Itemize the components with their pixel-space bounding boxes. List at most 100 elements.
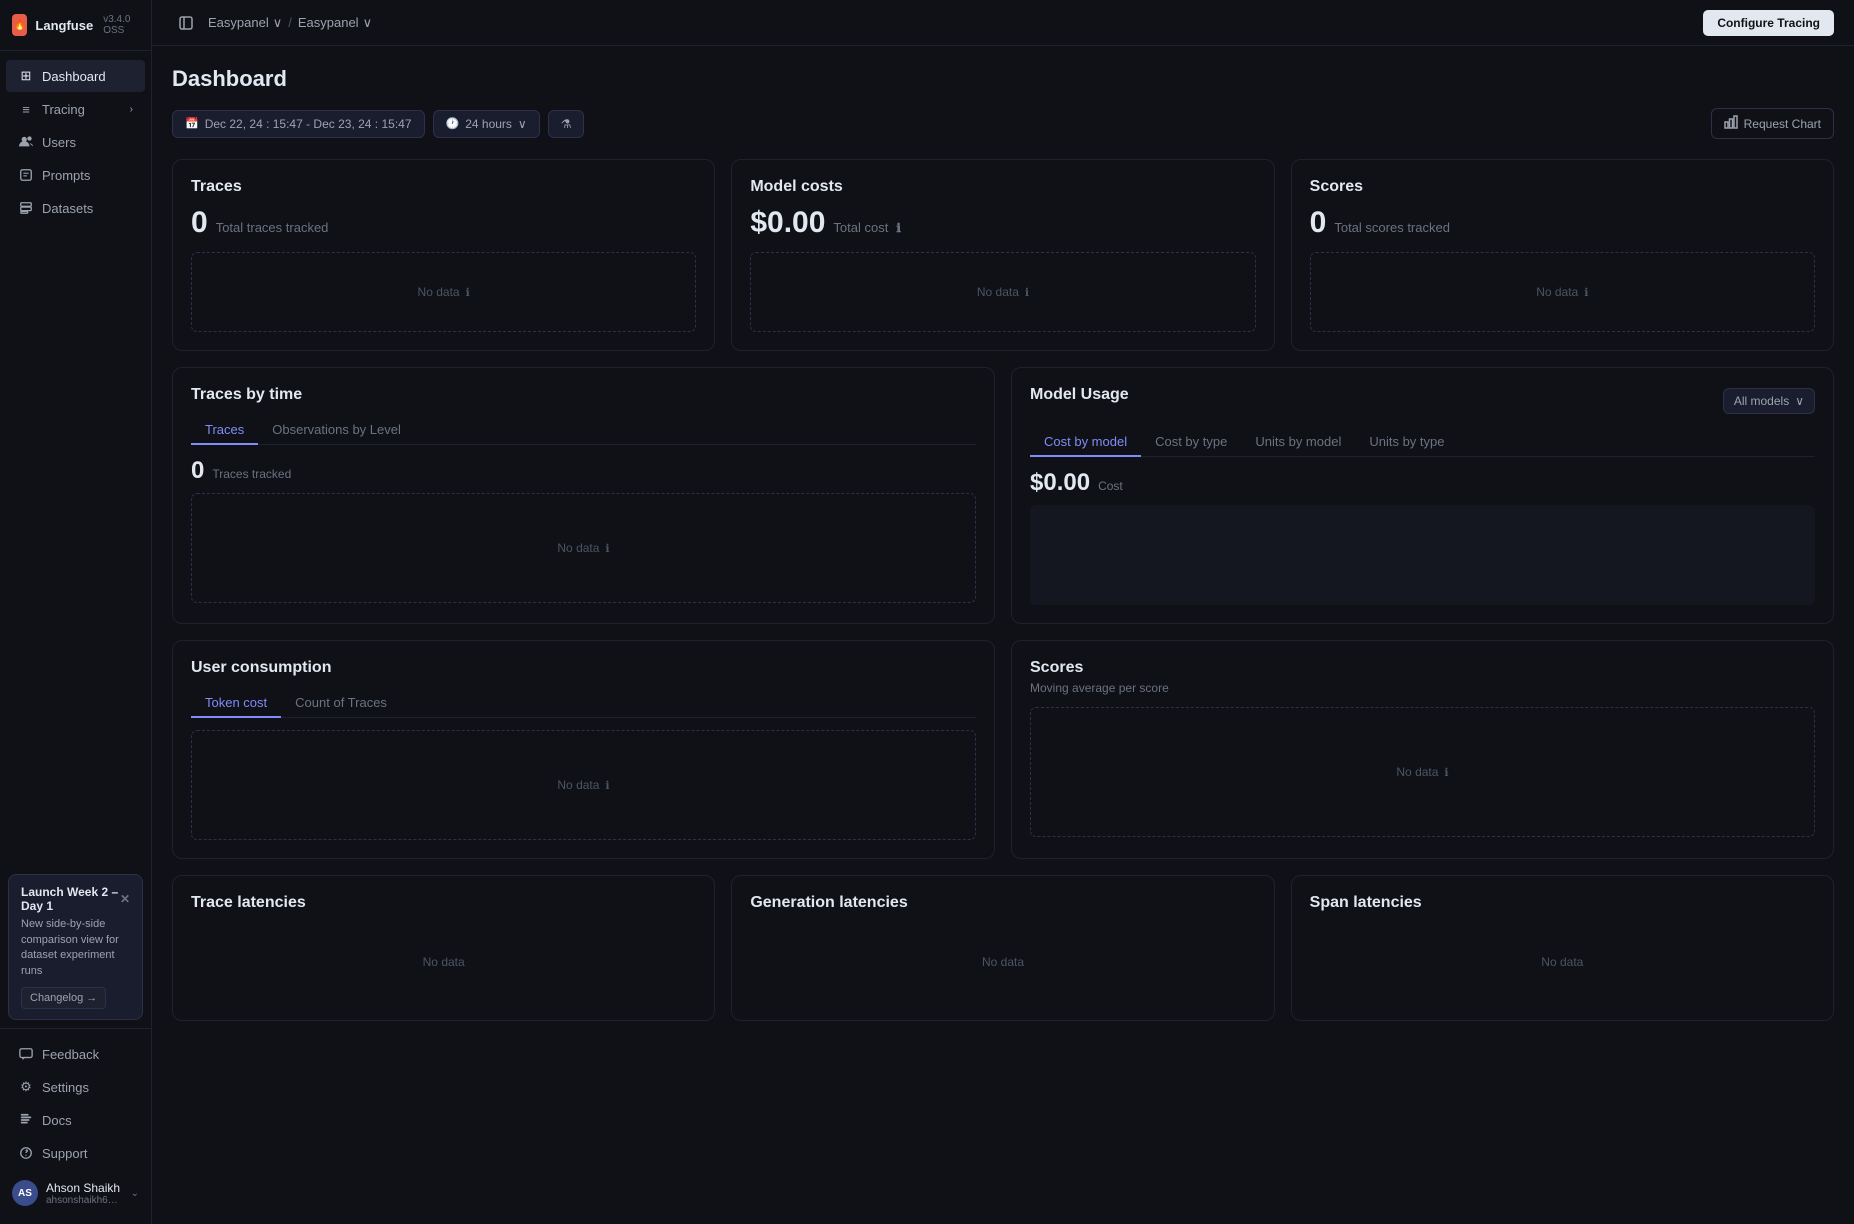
breadcrumb-workspace[interactable]: Easypanel ∨ — [208, 15, 282, 31]
traces-by-time-tabs: Traces Observations by Level — [191, 416, 976, 445]
scores-card-title: Scores — [1310, 178, 1815, 196]
info-icon-5: ℹ — [605, 779, 609, 792]
user-tab-token-cost[interactable]: Token cost — [191, 689, 281, 718]
time-window-label: 24 hours — [465, 117, 512, 131]
logo-area: 🔥 Langfuse v3.4.0 OSS — [0, 0, 151, 51]
traces-by-time-title: Traces by time — [191, 386, 976, 404]
app-version: v3.4.0 OSS — [103, 14, 139, 36]
model-usage-title: Model Usage — [1030, 386, 1129, 404]
sidebar-item-label-prompts: Prompts — [42, 168, 90, 183]
sidebar-item-dashboard[interactable]: ⊞ Dashboard — [6, 60, 145, 92]
charts-row-1: Traces by time Traces Observations by Le… — [172, 367, 1834, 624]
traces-tracked-label: Traces tracked — [212, 467, 291, 481]
user-profile[interactable]: AS Ahson Shaikh ahsonshaikh616@... ⌄ — [0, 1170, 151, 1216]
scores-summary-card: Scores 0 Total scores tracked No data ℹ — [1291, 159, 1834, 351]
user-tab-count-of-traces[interactable]: Count of Traces — [281, 689, 401, 718]
request-chart-button[interactable]: Request Chart — [1711, 108, 1834, 139]
content-area: Dashboard 📅 Dec 22, 24 : 15:47 - Dec 23,… — [152, 46, 1854, 1224]
user-menu-chevron-icon: ⌄ — [131, 1188, 139, 1199]
sidebar-item-label-docs: Docs — [42, 1113, 72, 1128]
scores-detail-title: Scores — [1030, 659, 1815, 677]
info-icon-4: ℹ — [605, 542, 609, 555]
sidebar: 🔥 Langfuse v3.4.0 OSS ⊞ Dashboard ≡ Trac… — [0, 0, 152, 1224]
sidebar-item-datasets[interactable]: Datasets — [6, 192, 145, 224]
dashboard-icon: ⊞ — [18, 68, 34, 84]
model-tab-units-by-model[interactable]: Units by model — [1241, 428, 1355, 457]
model-tab-cost-by-type[interactable]: Cost by type — [1141, 428, 1241, 457]
chevron-right-icon: › — [130, 104, 133, 115]
info-icon-6: ℹ — [1444, 766, 1448, 779]
scores-subtitle: Moving average per score — [1030, 681, 1815, 695]
sidebar-item-feedback[interactable]: Feedback — [6, 1038, 145, 1070]
traces-card-title: Traces — [191, 178, 696, 196]
traces-by-time-card: Traces by time Traces Observations by Le… — [172, 367, 995, 624]
tab-observations[interactable]: Observations by Level — [258, 416, 415, 445]
filter-button[interactable]: ⚗ — [548, 110, 585, 138]
changelog-button[interactable]: Changelog → — [21, 987, 106, 1009]
support-icon — [18, 1145, 34, 1161]
scores-label: Total scores tracked — [1334, 220, 1450, 235]
sidebar-item-settings[interactable]: ⚙ Settings — [6, 1071, 145, 1103]
user-consumption-no-data: No data ℹ — [191, 730, 976, 840]
topbar: Easypanel ∨ / Easypanel ∨ Configure Trac… — [152, 0, 1854, 46]
time-window-filter[interactable]: 🕐 24 hours ∨ — [433, 110, 540, 138]
sidebar-toggle-button[interactable] — [172, 9, 200, 37]
scores-no-data-detail: No data ℹ — [1030, 707, 1815, 837]
announcement-close-button[interactable]: ✕ — [120, 892, 130, 906]
latencies-row: Trace latencies No data Generation laten… — [172, 875, 1834, 1021]
sidebar-item-label-settings: Settings — [42, 1080, 89, 1095]
traces-by-time-no-data: No data ℹ — [191, 493, 976, 603]
sidebar-item-support[interactable]: Support — [6, 1137, 145, 1169]
configure-tracing-button[interactable]: Configure Tracing — [1703, 10, 1834, 36]
calendar-icon: 📅 — [185, 117, 199, 130]
settings-icon: ⚙ — [18, 1079, 34, 1095]
model-costs-label: Total cost — [833, 220, 888, 235]
scores-detail-card: Scores Moving average per score No data … — [1011, 640, 1834, 859]
breadcrumb: Easypanel ∨ / Easypanel ∨ — [208, 15, 372, 31]
sidebar-item-label-feedback: Feedback — [42, 1047, 99, 1062]
tab-traces[interactable]: Traces — [191, 416, 258, 445]
request-chart-label: Request Chart — [1744, 117, 1821, 131]
filters-bar: 📅 Dec 22, 24 : 15:47 - Dec 23, 24 : 15:4… — [172, 108, 1834, 139]
sidebar-item-label-datasets: Datasets — [42, 201, 93, 216]
model-tab-cost-by-model[interactable]: Cost by model — [1030, 428, 1141, 457]
traces-no-data: No data ℹ — [191, 252, 696, 332]
logo-icon: 🔥 — [12, 14, 27, 36]
filter-icon: ⚗ — [561, 117, 572, 131]
model-costs-value: $0.00 Total cost ℹ — [750, 206, 1255, 240]
sidebar-item-tracing[interactable]: ≡ Tracing › — [6, 93, 145, 125]
trace-latencies-card: Trace latencies No data — [172, 875, 715, 1021]
user-consumption-tabs: Token cost Count of Traces — [191, 689, 976, 718]
breadcrumb-project-chevron-icon: ∨ — [363, 15, 373, 31]
model-select-dropdown[interactable]: All models ∨ — [1723, 388, 1815, 414]
span-latencies-card: Span latencies No data — [1291, 875, 1834, 1021]
breadcrumb-project[interactable]: Easypanel ∨ — [298, 15, 372, 31]
date-range-filter[interactable]: 📅 Dec 22, 24 : 15:47 - Dec 23, 24 : 15:4… — [172, 110, 425, 138]
charts-row-2: User consumption Token cost Count of Tra… — [172, 640, 1834, 859]
breadcrumb-chevron-icon: ∨ — [273, 15, 283, 31]
scores-no-data: No data ℹ — [1310, 252, 1815, 332]
sidebar-item-prompts[interactable]: Prompts — [6, 159, 145, 191]
info-icon: ℹ — [466, 286, 470, 299]
main-content: Easypanel ∨ / Easypanel ∨ Configure Trac… — [152, 0, 1854, 1224]
user-name: Ahson Shaikh — [46, 1181, 123, 1195]
sidebar-item-label-dashboard: Dashboard — [42, 69, 106, 84]
breadcrumb-workspace-label: Easypanel — [208, 15, 269, 30]
span-latencies-no-data: No data — [1310, 922, 1815, 1002]
model-tab-units-by-type[interactable]: Units by type — [1355, 428, 1458, 457]
tracing-icon: ≡ — [18, 101, 34, 117]
sidebar-item-users[interactable]: Users — [6, 126, 145, 158]
bar-chart-icon — [1724, 115, 1738, 132]
model-usage-tabs: Cost by model Cost by type Units by mode… — [1030, 428, 1815, 457]
generation-latencies-title: Generation latencies — [750, 894, 1255, 912]
info-icon-3: ℹ — [1584, 286, 1588, 299]
generation-latencies-card: Generation latencies No data — [731, 875, 1274, 1021]
model-cost-display: $0.00 Cost — [1030, 469, 1815, 497]
traces-tracked-count: 0 Traces tracked — [191, 457, 976, 485]
breadcrumb-project-label: Easypanel — [298, 15, 359, 30]
announcement-body: New side-by-side comparison view for dat… — [21, 917, 130, 979]
model-costs-info-icon[interactable]: ℹ — [896, 221, 901, 235]
feedback-icon — [18, 1046, 34, 1062]
sidebar-item-docs[interactable]: Docs — [6, 1104, 145, 1136]
date-range-label: Dec 22, 24 : 15:47 - Dec 23, 24 : 15:47 — [205, 117, 412, 131]
